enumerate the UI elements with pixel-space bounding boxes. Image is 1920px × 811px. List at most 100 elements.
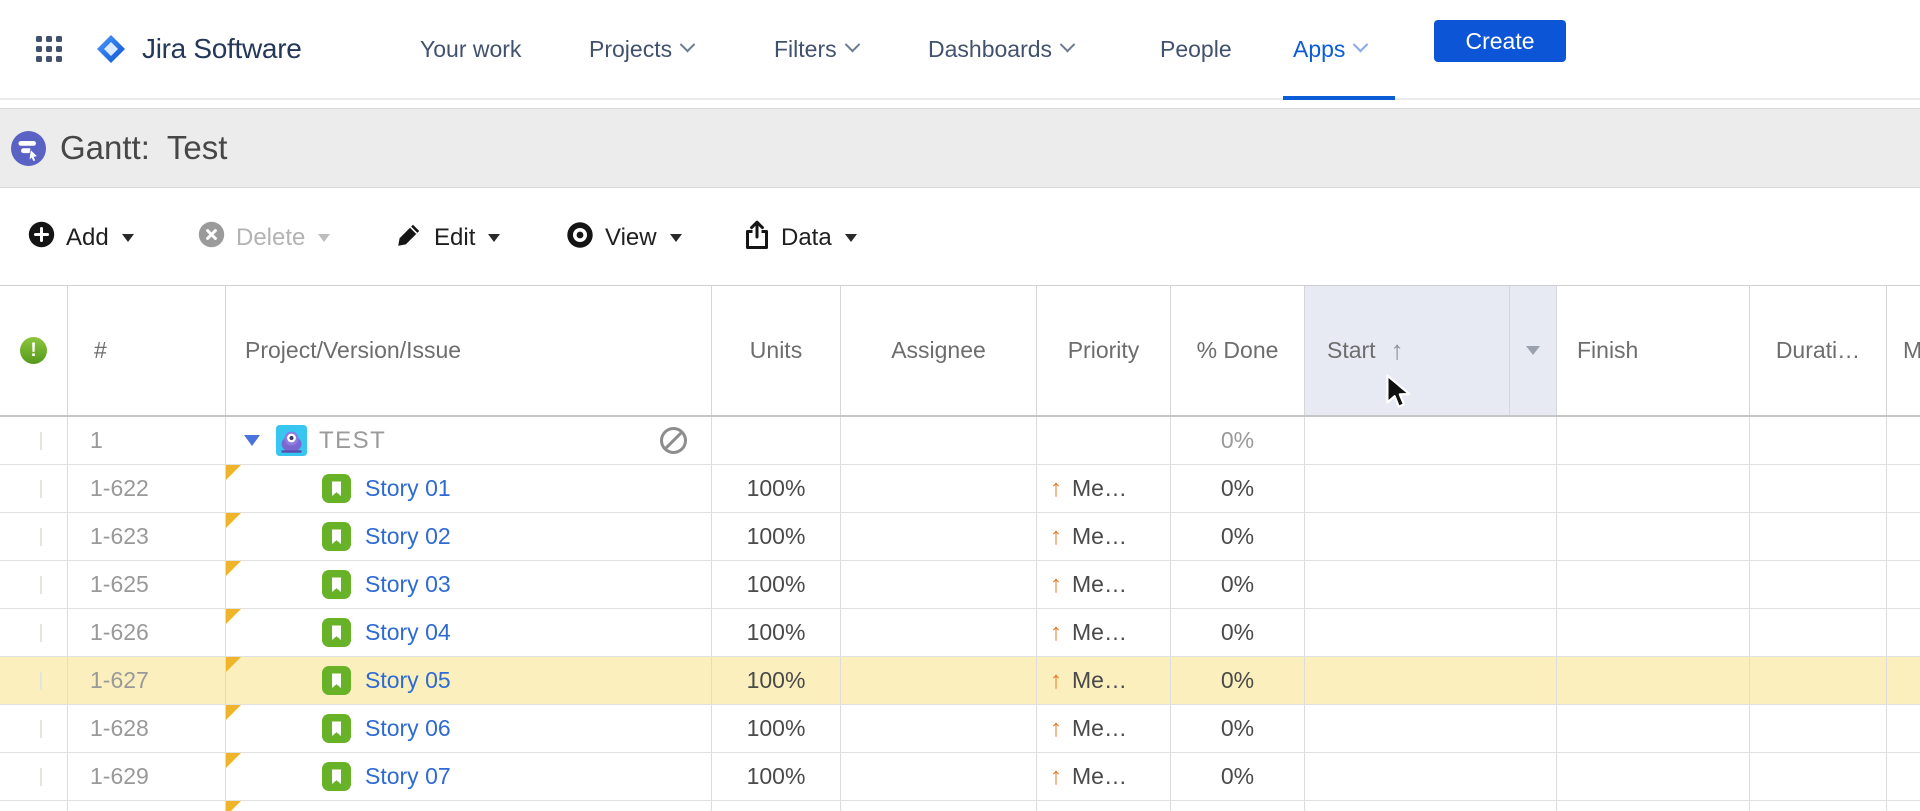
- priority-cell[interactable]: ↑ Me…: [1037, 561, 1171, 608]
- issue-link[interactable]: Story 02: [365, 523, 451, 550]
- m-cell[interactable]: [1887, 561, 1920, 608]
- percent-done-cell[interactable]: 0%: [1171, 417, 1305, 464]
- jira-wordmark[interactable]: Jira Software: [142, 0, 302, 98]
- priority-cell[interactable]: ↑ Me…: [1037, 465, 1171, 512]
- priority-cell[interactable]: ↑ Me…: [1037, 753, 1171, 800]
- assignee-cell[interactable]: [841, 657, 1037, 704]
- priority-cell[interactable]: [1037, 417, 1171, 464]
- table-row-story[interactable]: 1-623 Story 02 100% ↑ Me… 0%: [0, 513, 1920, 561]
- finish-cell[interactable]: [1557, 609, 1750, 656]
- units-cell[interactable]: 100%: [712, 705, 841, 752]
- start-cell[interactable]: [1305, 561, 1557, 608]
- column-header-units[interactable]: Units: [712, 286, 841, 415]
- percent-done-cell[interactable]: 0%: [1171, 609, 1305, 656]
- table-row-project-test[interactable]: 1 TEST 0%: [0, 417, 1920, 465]
- percent-done-cell[interactable]: 0%: [1171, 561, 1305, 608]
- m-cell[interactable]: [1887, 753, 1920, 800]
- units-cell[interactable]: 100%: [712, 465, 841, 512]
- edit-menu-button[interactable]: Edit: [396, 210, 500, 266]
- start-cell[interactable]: [1305, 465, 1557, 512]
- percent-done-cell[interactable]: 0%: [1171, 657, 1305, 704]
- column-header-number[interactable]: #: [68, 286, 226, 415]
- start-cell[interactable]: [1305, 417, 1557, 464]
- duration-cell[interactable]: [1750, 657, 1887, 704]
- table-row-story[interactable]: 1-622 Story 01 100% ↑ Me… 0%: [0, 465, 1920, 513]
- collapse-caret-icon[interactable]: [244, 435, 260, 446]
- start-cell[interactable]: [1305, 513, 1557, 560]
- column-header-warnings[interactable]: !: [0, 286, 68, 415]
- data-menu-button[interactable]: Data: [744, 210, 857, 266]
- issue-link[interactable]: Story 04: [365, 619, 451, 646]
- table-row-story-selected[interactable]: 1-627 Story 05 100% ↑ Me… 0%: [0, 657, 1920, 705]
- m-cell[interactable]: [1887, 465, 1920, 512]
- m-cell[interactable]: [1887, 705, 1920, 752]
- start-cell[interactable]: [1305, 705, 1557, 752]
- units-cell[interactable]: 100%: [712, 657, 841, 704]
- duration-cell[interactable]: [1750, 609, 1887, 656]
- priority-cell[interactable]: ↑ Me…: [1037, 657, 1171, 704]
- finish-cell[interactable]: [1557, 513, 1750, 560]
- issue-link[interactable]: Story 07: [365, 763, 451, 790]
- units-cell[interactable]: 100%: [712, 753, 841, 800]
- priority-cell[interactable]: ↑ Me…: [1037, 513, 1171, 560]
- duration-cell[interactable]: [1750, 753, 1887, 800]
- nav-item-filters[interactable]: Filters: [774, 0, 858, 98]
- table-row-story[interactable]: 1-628 Story 06 100% ↑ Me… 0%: [0, 705, 1920, 753]
- column-header-duration-truncated[interactable]: Durati…: [1750, 286, 1887, 415]
- finish-cell[interactable]: [1557, 465, 1750, 512]
- issue-link[interactable]: Story 01: [365, 475, 451, 502]
- nav-item-apps-active[interactable]: Apps: [1293, 0, 1366, 98]
- finish-cell[interactable]: [1557, 705, 1750, 752]
- column-header-priority[interactable]: Priority: [1037, 286, 1171, 415]
- assignee-cell[interactable]: [841, 561, 1037, 608]
- issue-link[interactable]: Story 03: [365, 571, 451, 598]
- assignee-cell[interactable]: [841, 417, 1037, 464]
- units-cell[interactable]: [712, 417, 841, 464]
- duration-cell[interactable]: [1750, 561, 1887, 608]
- assignee-cell[interactable]: [841, 705, 1037, 752]
- create-button[interactable]: Create: [1434, 20, 1566, 62]
- percent-done-cell[interactable]: 0%: [1171, 513, 1305, 560]
- m-cell[interactable]: [1887, 417, 1920, 464]
- jira-logo-icon[interactable]: [94, 0, 128, 98]
- priority-cell[interactable]: ↑ Me…: [1037, 609, 1171, 656]
- column-header-m-truncated[interactable]: M: [1887, 286, 1920, 415]
- units-cell[interactable]: 100%: [712, 561, 841, 608]
- finish-cell[interactable]: [1557, 753, 1750, 800]
- assignee-cell[interactable]: [841, 753, 1037, 800]
- nav-item-projects[interactable]: Projects: [589, 0, 693, 98]
- finish-cell[interactable]: [1557, 657, 1750, 704]
- no-scheduling-icon[interactable]: [660, 427, 687, 454]
- table-row-story[interactable]: 1-629 Story 07 100% ↑ Me… 0%: [0, 753, 1920, 801]
- delete-menu-button-disabled[interactable]: Delete: [198, 210, 330, 266]
- m-cell[interactable]: [1887, 609, 1920, 656]
- units-cell[interactable]: 100%: [712, 609, 841, 656]
- column-header-project-version-issue[interactable]: Project/Version/Issue: [226, 286, 712, 415]
- assignee-cell[interactable]: [841, 513, 1037, 560]
- m-cell[interactable]: [1887, 657, 1920, 704]
- duration-cell[interactable]: [1750, 705, 1887, 752]
- table-row-story[interactable]: 1-625 Story 03 100% ↑ Me… 0%: [0, 561, 1920, 609]
- finish-cell[interactable]: [1557, 561, 1750, 608]
- issue-link[interactable]: Story 05: [365, 667, 451, 694]
- assignee-cell[interactable]: [841, 465, 1037, 512]
- nav-item-dashboards[interactable]: Dashboards: [928, 0, 1073, 98]
- table-row-story[interactable]: 1-626 Story 04 100% ↑ Me… 0%: [0, 609, 1920, 657]
- view-menu-button[interactable]: View: [566, 210, 682, 266]
- finish-cell[interactable]: [1557, 417, 1750, 464]
- nav-item-people[interactable]: People: [1160, 0, 1232, 98]
- duration-cell[interactable]: [1750, 465, 1887, 512]
- priority-cell[interactable]: ↑ Me…: [1037, 705, 1171, 752]
- start-cell[interactable]: [1305, 609, 1557, 656]
- assignee-cell[interactable]: [841, 609, 1037, 656]
- duration-cell[interactable]: [1750, 513, 1887, 560]
- app-switcher-icon[interactable]: [36, 0, 62, 98]
- percent-done-cell[interactable]: 0%: [1171, 705, 1305, 752]
- start-column-dropdown-button[interactable]: [1510, 286, 1557, 415]
- column-header-assignee[interactable]: Assignee: [841, 286, 1037, 415]
- percent-done-cell[interactable]: 0%: [1171, 753, 1305, 800]
- issue-link[interactable]: Story 06: [365, 715, 451, 742]
- duration-cell[interactable]: [1750, 417, 1887, 464]
- column-header-start-sorted[interactable]: Start ↑: [1305, 286, 1510, 415]
- percent-done-cell[interactable]: 0%: [1171, 465, 1305, 512]
